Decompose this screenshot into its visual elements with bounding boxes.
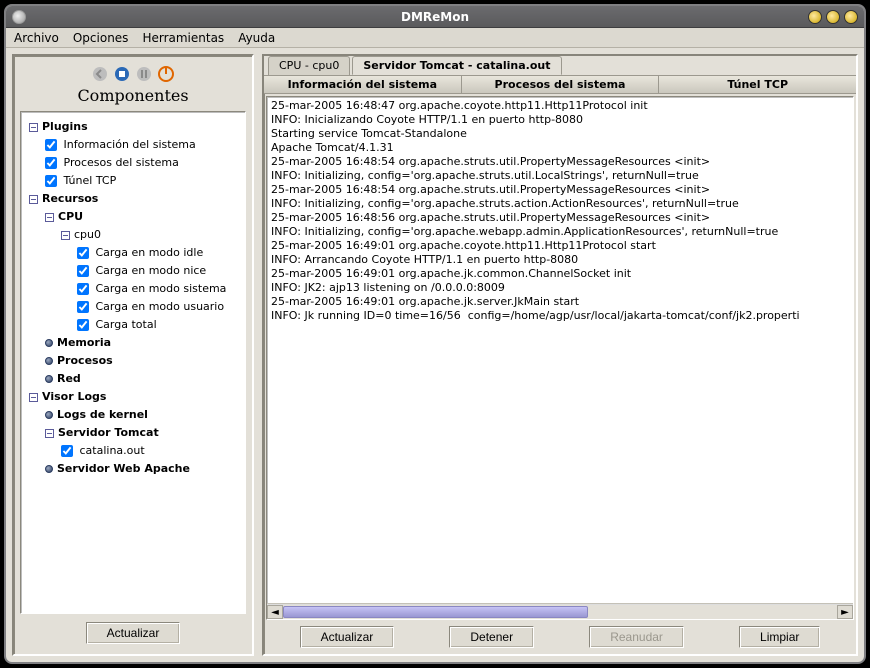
power-icon[interactable] [156, 64, 176, 84]
node-icon [45, 465, 53, 473]
right-panel: CPU - cpu0 Servidor Tomcat - catalina.ou… [262, 54, 858, 656]
tree-procesos[interactable]: Procesos [25, 352, 241, 370]
tab-tomcat[interactable]: Servidor Tomcat - catalina.out [352, 56, 561, 75]
close-button[interactable] [844, 10, 858, 24]
tree-servidor-apache[interactable]: Servidor Web Apache [25, 460, 241, 478]
scroll-right-arrow[interactable]: ► [837, 605, 853, 619]
back-icon[interactable] [90, 64, 110, 84]
log-viewer: 25-mar-2005 16:48:47 org.apache.coyote.h… [266, 96, 854, 620]
checkbox-carga-nice[interactable] [77, 265, 89, 277]
checkbox-procesos-sistema[interactable] [45, 157, 57, 169]
limpiar-button[interactable]: Limpiar [739, 626, 820, 648]
checkbox-carga-total[interactable] [77, 319, 89, 331]
log-text[interactable]: 25-mar-2005 16:48:47 org.apache.coyote.h… [267, 97, 853, 603]
tree-memoria[interactable]: Memoria [25, 334, 241, 352]
detener-button[interactable]: Detener [449, 626, 534, 648]
tree-plugins[interactable]: Plugins [25, 118, 241, 136]
app-window: DMReMon Archivo Opciones Herramientas Ay… [4, 4, 866, 664]
scroll-thumb[interactable] [283, 606, 588, 618]
right-button-bar: Actualizar Detener Reanudar Limpiar [264, 620, 856, 654]
tree-servidor-tomcat[interactable]: Servidor Tomcat [25, 424, 241, 442]
scroll-track[interactable] [283, 605, 837, 619]
scroll-left-arrow[interactable]: ◄ [267, 605, 283, 619]
menu-opciones[interactable]: Opciones [73, 31, 129, 45]
toolbar-icons [20, 64, 246, 84]
actualizar-button[interactable]: Actualizar [300, 626, 395, 648]
checkbox-tunel-tcp[interactable] [45, 175, 57, 187]
horizontal-scrollbar[interactable]: ◄ ► [267, 603, 853, 619]
tree-item[interactable]: Carga en modo nice [25, 262, 241, 280]
menu-herramientas[interactable]: Herramientas [142, 31, 224, 45]
stop-icon[interactable] [112, 64, 132, 84]
tree-item[interactable]: Carga en modo usuario [25, 298, 241, 316]
tree-cpu[interactable]: CPU [25, 208, 241, 226]
left-panel-title: Componentes [20, 86, 246, 105]
tab-cpu[interactable]: CPU - cpu0 [268, 56, 350, 75]
tree-item[interactable]: Carga en modo sistema [25, 280, 241, 298]
checkbox-catalina-out[interactable] [61, 445, 73, 457]
checkbox-info-sistema[interactable] [45, 139, 57, 151]
tree-item[interactable]: Procesos del sistema [25, 154, 241, 172]
window-menu-icon[interactable] [12, 10, 26, 24]
subtab-info-sistema[interactable]: Información del sistema [264, 76, 462, 93]
checkbox-carga-usuario[interactable] [77, 301, 89, 313]
node-icon [45, 339, 53, 347]
tree-kernel-logs[interactable]: Logs de kernel [25, 406, 241, 424]
subtab-tunel-tcp[interactable]: Túnel TCP [659, 76, 856, 93]
checkbox-carga-idle[interactable] [77, 247, 89, 259]
minimize-button[interactable] [808, 10, 822, 24]
tree-item[interactable]: Carga en modo idle [25, 244, 241, 262]
tree-recursos[interactable]: Recursos [25, 190, 241, 208]
node-icon [45, 375, 53, 383]
node-icon [45, 357, 53, 365]
window-title: DMReMon [401, 10, 469, 24]
node-icon [45, 411, 53, 419]
tree-red[interactable]: Red [25, 370, 241, 388]
component-tree[interactable]: Plugins Información del sistema Procesos… [20, 111, 246, 614]
menu-archivo[interactable]: Archivo [14, 31, 59, 45]
reanudar-button[interactable]: Reanudar [589, 626, 684, 648]
left-panel: Componentes Plugins Información del sist… [12, 54, 254, 656]
main-tabs: CPU - cpu0 Servidor Tomcat - catalina.ou… [264, 56, 856, 75]
menu-ayuda[interactable]: Ayuda [238, 31, 275, 45]
sub-tabs: Información del sistema Procesos del sis… [264, 75, 856, 94]
tree-visor-logs[interactable]: Visor Logs [25, 388, 241, 406]
subtab-procesos[interactable]: Procesos del sistema [462, 76, 660, 93]
tree-item[interactable]: Información del sistema [25, 136, 241, 154]
maximize-button[interactable] [826, 10, 840, 24]
tree-item[interactable]: Carga total [25, 316, 241, 334]
titlebar: DMReMon [6, 6, 864, 28]
tree-item[interactable]: catalina.out [25, 442, 241, 460]
left-update-button[interactable]: Actualizar [86, 622, 181, 644]
tree-cpu0[interactable]: cpu0 [25, 226, 241, 244]
checkbox-carga-sistema[interactable] [77, 283, 89, 295]
menubar: Archivo Opciones Herramientas Ayuda [6, 28, 864, 48]
tree-item[interactable]: Túnel TCP [25, 172, 241, 190]
pause-icon[interactable] [134, 64, 154, 84]
